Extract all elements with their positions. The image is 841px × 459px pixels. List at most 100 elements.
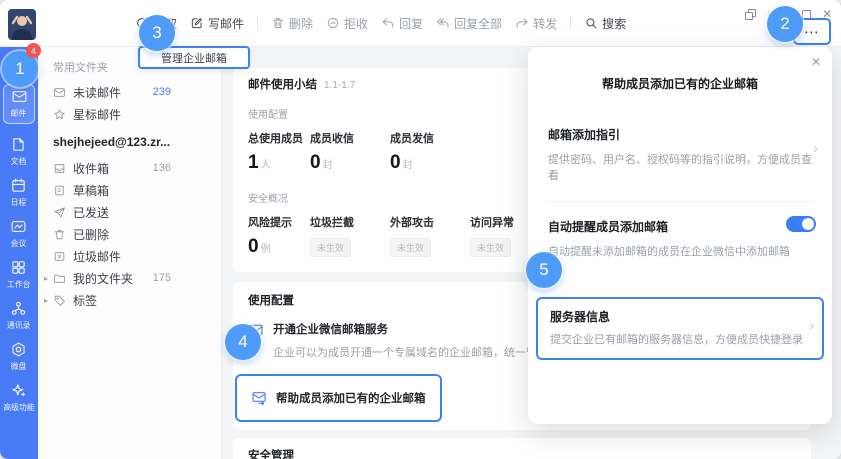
rail-item-label: 日程 (11, 196, 27, 207)
stat-label: 外部攻击 (390, 214, 470, 230)
stat-risk: 风险提示 0例 (248, 214, 310, 258)
stat-value: 1 (248, 152, 259, 173)
step-5-marker: 5 (526, 252, 562, 288)
stat-label: 成员收信 (310, 130, 390, 146)
panel-divider (548, 201, 812, 202)
inbox-icon (53, 162, 66, 175)
folder-drafts[interactable]: 草稿箱 (38, 179, 221, 201)
folder-sent[interactable]: 已发送 (38, 201, 221, 223)
expand-caret-icon[interactable]: ▸ (44, 296, 53, 305)
mail-toolbar: 收取 写邮件 删除 拒收 回复 回复全部 (135, 0, 626, 46)
mail-icon (11, 88, 28, 105)
app-rail: 邮件 文档 日程 会议 工作台 通讯录 微盘 高级功能 (0, 47, 38, 459)
rail-item-workbench[interactable]: 工作台 (6, 259, 32, 290)
stat-unit: 人 (261, 160, 271, 171)
stat-value: 0 (248, 236, 259, 257)
org-tree-icon (10, 300, 27, 317)
folder-my-folders[interactable]: ▸ 我的文件夹 175 (38, 267, 221, 289)
star-icon (53, 108, 66, 121)
reply-all-label: 回复全部 (454, 15, 502, 32)
rail-item-label: 邮件 (11, 107, 27, 118)
folder-count: 136 (153, 162, 171, 174)
folder-label: 草稿箱 (73, 182, 109, 199)
stat-label: 成员发信 (390, 130, 470, 146)
search-button[interactable]: 搜索 (584, 15, 626, 32)
reply-all-button[interactable]: 回复全部 (436, 15, 502, 32)
folder-inbox[interactable]: 收件箱 136 (38, 157, 221, 179)
rail-item-meeting[interactable]: 会议 (10, 218, 27, 249)
auto-remind-item: 自动提醒成员添加邮箱 自动提醒未添加邮箱的成员在企业微信中添加邮箱 (548, 218, 812, 259)
folder-tags[interactable]: ▸ 标签 (38, 289, 221, 311)
rail-item-label: 文档 (11, 155, 27, 166)
server-info-item[interactable]: 服务器信息 提交企业已有邮箱的服务器信息，方便成员快捷登录 › (536, 297, 824, 360)
compose-label: 写邮件 (208, 15, 244, 32)
avatar[interactable] (8, 9, 36, 40)
compose-button[interactable]: 写邮件 (190, 15, 244, 32)
summary-title: 邮件使用小结 (248, 76, 317, 92)
mail-icon (53, 86, 66, 99)
security-manage-card: 安全管理 (233, 438, 811, 459)
rail-item-label: 高级功能 (3, 401, 34, 412)
panel-title: 帮助成员添加已有的企业邮箱 (528, 75, 832, 92)
toolbar-divider (570, 16, 571, 30)
stat-mail-sent: 成员发信 0封 (390, 130, 470, 174)
rail-item-mail[interactable]: 邮件 (3, 84, 35, 124)
delete-button[interactable]: 删除 (271, 15, 313, 32)
folder-count: 175 (153, 272, 171, 284)
rail-item-docs[interactable]: 文档 (10, 136, 27, 167)
folder-spam[interactable]: 垃圾邮件 (38, 245, 221, 267)
expand-caret-icon[interactable]: ▸ (44, 274, 53, 283)
rail-item-drive[interactable]: 微盘 (10, 341, 27, 372)
tag-icon (53, 294, 66, 307)
stat-value: 0 (390, 152, 401, 173)
stat-unit: 例 (261, 244, 271, 255)
sparkle-icon (10, 382, 27, 399)
rail-item-calendar[interactable]: 日程 (10, 177, 27, 208)
trash-icon (271, 16, 285, 30)
panel-close-icon[interactable]: ✕ (811, 55, 821, 69)
step-4-marker: 4 (225, 324, 261, 360)
spam-icon (53, 250, 66, 263)
multi-window-icon[interactable] (745, 9, 756, 20)
chevron-right-icon: › (813, 140, 818, 156)
help-add-mailbox-item[interactable]: 帮助成员添加已有的企业邮箱 (235, 374, 442, 422)
panel-item-title: 自动提醒成员添加邮箱 (548, 218, 812, 235)
folder-label: 星标邮件 (73, 106, 121, 123)
rail-item-label: 通讯录 (7, 319, 30, 330)
panel-item-desc: 自动提醒未添加邮箱的成员在企业微信中添加邮箱 (548, 243, 812, 259)
folder-label: 未读邮件 (73, 84, 121, 101)
avatar-photo (8, 9, 36, 40)
reply-button[interactable]: 回复 (381, 15, 423, 32)
auto-remind-toggle-on[interactable] (786, 216, 816, 232)
stat-unit: 封 (323, 160, 333, 171)
folder-starred[interactable]: 星标邮件 (38, 103, 221, 125)
status-badge: 未生效 (470, 238, 511, 257)
stat-external-attack: 外部攻击 未生效 (390, 214, 470, 258)
search-label: 搜索 (602, 15, 626, 32)
step-3-marker: 3 (139, 15, 175, 51)
folder-unread[interactable]: 未读邮件 239 (38, 81, 221, 103)
account-address[interactable]: shejhejeed@123.zr... (38, 125, 221, 157)
forward-label: 转发 (533, 15, 557, 32)
forward-button[interactable]: 转发 (515, 15, 557, 32)
stat-total-members: 总使用成员 1人 (248, 130, 310, 174)
document-icon (10, 136, 27, 153)
stat-spam-block: 垃圾拦截 未生效 (310, 214, 390, 258)
stat-label: 总使用成员 (248, 130, 310, 146)
rail-item-advanced[interactable]: 高级功能 (2, 382, 36, 413)
meeting-icon (10, 218, 27, 235)
grid-icon (10, 259, 27, 276)
reject-button[interactable]: 拒收 (326, 15, 368, 32)
status-badge: 未生效 (390, 238, 431, 257)
menu-item-label: 管理企业邮箱 (161, 50, 227, 66)
rail-item-label: 会议 (11, 237, 27, 248)
draft-icon (53, 184, 66, 197)
rail-item-label: 微盘 (11, 360, 27, 371)
unread-count-badge: 4 (26, 43, 41, 58)
folder-label: 标签 (73, 292, 97, 309)
chevron-right-icon: › (809, 317, 814, 333)
panel-item-desc: 提供密码、用户名、授权码等的指引说明，方便成员查看 (548, 151, 812, 183)
rail-item-contacts[interactable]: 通讯录 (6, 300, 32, 331)
mailbox-guide-item[interactable]: 邮箱添加指引 提供密码、用户名、授权码等的指引说明，方便成员查看 › (548, 126, 812, 183)
folder-deleted[interactable]: 已删除 (38, 223, 221, 245)
